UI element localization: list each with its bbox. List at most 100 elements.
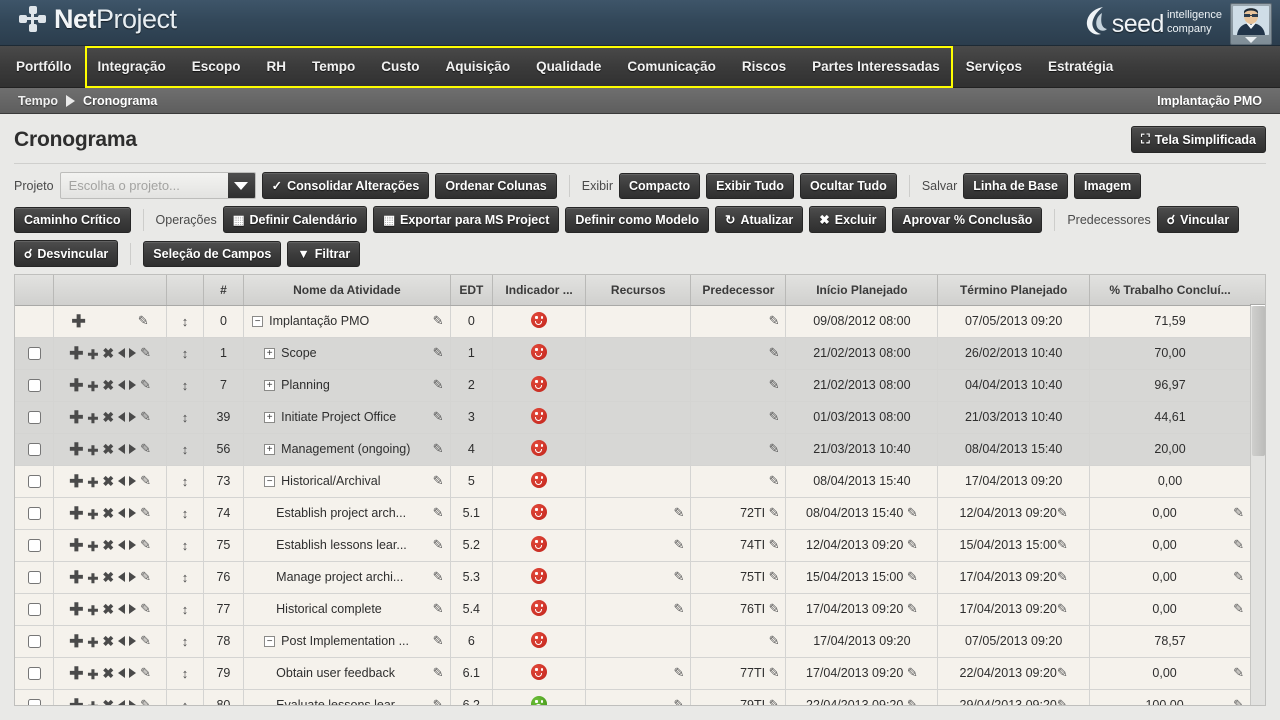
add-subtask-icon[interactable]: ✚: [87, 636, 98, 649]
outdent-icon[interactable]: [118, 348, 126, 358]
edit-termino-icon[interactable]: ✎: [1057, 569, 1068, 584]
nav-item-servi-os[interactable]: Serviços: [953, 46, 1035, 88]
row-trabalho-cell[interactable]: 78,57: [1089, 625, 1251, 658]
edit-task-icon[interactable]: ✎: [140, 473, 151, 489]
row-checkbox-cell[interactable]: [15, 497, 54, 530]
add-task-icon[interactable]: ✚: [69, 537, 83, 554]
column-header-indicador[interactable]: Indicador ...: [492, 275, 587, 306]
edit-predecessor-icon[interactable]: ✎: [769, 441, 780, 456]
edit-inicio-icon[interactable]: ✎: [907, 697, 918, 705]
row-name-cell[interactable]: − Historical/Archival ✎: [243, 465, 451, 498]
table-row[interactable]: ✚ ✚ ✖ ✎ ↕ 1 + Scope ✎ 1 ✎ 21/02/2013 08:00 26/02/20…: [15, 337, 1251, 370]
delete-task-icon[interactable]: ✖: [102, 346, 114, 360]
row-actions-cell[interactable]: ✚ ✚ ✖ ✎: [53, 689, 168, 705]
row-trabalho-cell[interactable]: 0,00 ✎: [1089, 657, 1251, 690]
row-move-cell[interactable]: ↕: [166, 369, 204, 402]
row-inicio-cell[interactable]: 15/04/2013 15:00 ✎: [785, 561, 939, 594]
add-subtask-icon[interactable]: ✚: [87, 412, 98, 425]
delete-task-icon[interactable]: ✖: [102, 474, 114, 488]
row-inicio-cell[interactable]: 09/08/2012 08:00: [785, 305, 939, 338]
row-move-cell[interactable]: ↕: [166, 465, 204, 498]
row-predecessor-cell[interactable]: ✎: [690, 433, 787, 466]
column-header-recursos[interactable]: Recursos: [585, 275, 692, 306]
row-checkbox[interactable]: [27, 346, 41, 360]
row-expander-icon[interactable]: −: [264, 475, 276, 487]
edit-name-icon[interactable]: ✎: [433, 633, 444, 649]
row-predecessor-cell[interactable]: ✎: [690, 401, 787, 434]
edit-inicio-icon[interactable]: ✎: [907, 665, 918, 680]
row-checkbox[interactable]: [27, 474, 41, 488]
row-name-cell[interactable]: Establish lessons lear... ✎: [243, 529, 451, 562]
row-trabalho-cell[interactable]: 0,00 ✎: [1089, 561, 1251, 594]
outdent-icon[interactable]: [118, 540, 126, 550]
add-subtask-icon[interactable]: ✚: [87, 668, 98, 681]
indent-icon[interactable]: [129, 700, 137, 705]
outdent-icon[interactable]: [118, 380, 126, 390]
indent-icon[interactable]: [129, 604, 137, 614]
definir-calendario-button[interactable]: ▦ Definir Calendário: [222, 206, 368, 233]
row-expander-icon[interactable]: +: [264, 379, 276, 391]
row-actions-cell[interactable]: ✚ ✚ ✖ ✎: [53, 401, 168, 434]
edit-termino-icon[interactable]: ✎: [1057, 665, 1068, 680]
outdent-icon[interactable]: [118, 668, 126, 678]
row-termino-cell[interactable]: 17/04/2013 09:20✎: [937, 561, 1091, 594]
edit-trabalho-icon[interactable]: ✎: [1233, 665, 1244, 681]
row-move-cell[interactable]: ↕: [166, 657, 204, 690]
edit-predecessor-icon[interactable]: ✎: [769, 505, 780, 520]
tela-simplificada-button[interactable]: ⛶ Tela Simplificada: [1131, 126, 1266, 153]
row-checkbox-cell[interactable]: [15, 625, 54, 658]
row-trabalho-cell[interactable]: 44,61: [1089, 401, 1251, 434]
indent-icon[interactable]: [129, 572, 137, 582]
row-termino-cell[interactable]: 22/04/2013 09:20✎: [937, 657, 1091, 690]
row-recursos-cell[interactable]: [585, 433, 692, 466]
row-checkbox-cell[interactable]: [15, 305, 54, 338]
nav-item-partes-interessadas[interactable]: Partes Interessadas: [799, 46, 953, 88]
row-trabalho-cell[interactable]: 0,00 ✎: [1089, 529, 1251, 562]
row-recursos-cell[interactable]: ✎: [585, 497, 692, 530]
row-termino-cell[interactable]: 17/04/2013 09:20✎: [937, 593, 1091, 626]
move-updown-icon[interactable]: ↕: [182, 378, 189, 393]
row-checkbox[interactable]: [27, 602, 41, 616]
edit-trabalho-icon[interactable]: ✎: [1233, 697, 1244, 705]
add-subtask-icon[interactable]: ✚: [87, 444, 98, 457]
row-trabalho-cell[interactable]: 100,00 ✎: [1089, 689, 1251, 705]
consolidar-alteracoes-button[interactable]: ✓ Consolidar Alterações: [261, 172, 430, 199]
row-expander-icon[interactable]: +: [264, 443, 276, 455]
add-subtask-icon[interactable]: ✚: [87, 380, 98, 393]
edit-name-icon[interactable]: ✎: [433, 441, 444, 457]
edit-trabalho-icon[interactable]: ✎: [1233, 569, 1244, 585]
row-recursos-cell[interactable]: [585, 305, 692, 338]
row-checkbox[interactable]: [27, 410, 41, 424]
row-checkbox[interactable]: [27, 506, 41, 520]
edit-name-icon[interactable]: ✎: [433, 665, 444, 681]
row-checkbox[interactable]: [27, 666, 41, 680]
add-task-icon[interactable]: ✚: [69, 665, 83, 682]
row-actions-cell[interactable]: ✚ ✚ ✖ ✎: [53, 433, 168, 466]
indent-icon[interactable]: [129, 348, 137, 358]
delete-task-icon[interactable]: ✖: [102, 378, 114, 392]
edit-task-icon[interactable]: ✎: [140, 697, 151, 705]
outdent-icon[interactable]: [118, 476, 126, 486]
vincular-button[interactable]: ☌ Vincular: [1156, 206, 1240, 233]
column-header-edt[interactable]: EDT: [450, 275, 494, 306]
indent-icon[interactable]: [129, 412, 137, 422]
row-checkbox-cell[interactable]: [15, 401, 54, 434]
row-inicio-cell[interactable]: 01/03/2013 08:00: [785, 401, 939, 434]
move-updown-icon[interactable]: ↕: [182, 442, 189, 457]
row-move-cell[interactable]: ↕: [166, 561, 204, 594]
table-row[interactable]: ✚ ✚ ✖ ✎ ↕ 56 + Management (ongoing) ✎ 4 ✎ 21/03/20…: [15, 433, 1251, 466]
table-row[interactable]: ✚ ✚ ✖ ✎ ↕ 73 − Historical/Archival ✎ 5 ✎ 08/04/201…: [15, 465, 1251, 498]
row-termino-cell[interactable]: 04/04/2013 10:40: [937, 369, 1091, 402]
row-trabalho-cell[interactable]: 0,00: [1089, 465, 1251, 498]
row-predecessor-cell[interactable]: 74TI ✎: [690, 529, 787, 562]
add-subtask-icon[interactable]: ✚: [87, 604, 98, 617]
row-checkbox[interactable]: [27, 538, 41, 552]
add-task-icon[interactable]: ✚: [69, 505, 83, 522]
row-checkbox[interactable]: [27, 442, 41, 456]
row-predecessor-cell[interactable]: ✎: [690, 465, 787, 498]
add-task-icon[interactable]: ✚: [69, 409, 83, 426]
edit-predecessor-icon[interactable]: ✎: [769, 601, 780, 616]
row-recursos-cell[interactable]: [585, 465, 692, 498]
row-name-cell[interactable]: + Initiate Project Office ✎: [243, 401, 451, 434]
row-inicio-cell[interactable]: 12/04/2013 09:20 ✎: [785, 529, 939, 562]
